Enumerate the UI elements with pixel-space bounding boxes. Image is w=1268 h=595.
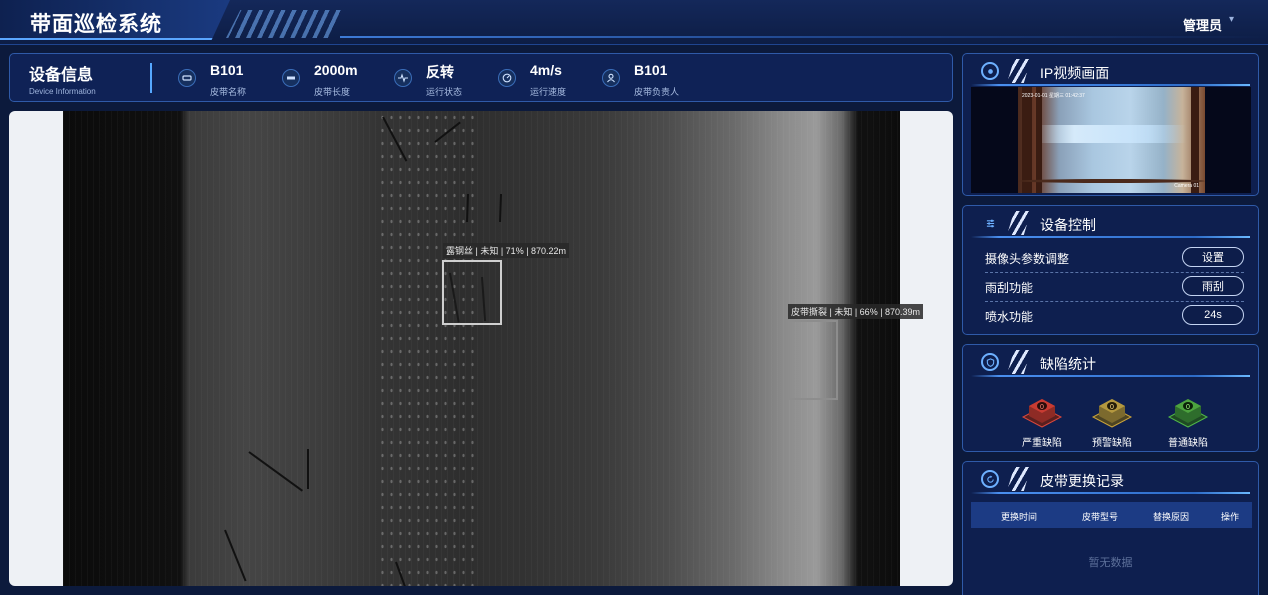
control-label: 摄像头参数调整 <box>985 252 1070 266</box>
app-title: 带面巡检系统 <box>30 13 162 36</box>
video-camera-name: Camera 01 <box>1174 183 1199 189</box>
video-timestamp: 2023-01-01 星期三 01:42:37 <box>1022 93 1085 99</box>
divider <box>150 63 152 93</box>
slash-decoration <box>1007 350 1031 374</box>
panel-header: 缺陷统计 <box>963 345 1258 378</box>
normal-defect-icon: 0 <box>1167 399 1209 428</box>
panel-underline <box>971 236 1250 238</box>
stat-value: 2000m <box>314 62 358 78</box>
defect-normal[interactable]: 0 普通缺陷 <box>1153 385 1223 449</box>
control-row-spray: 喷水功能 24s <box>985 302 1244 330</box>
person-icon <box>602 69 620 87</box>
panel-title: 设备控制 <box>1040 217 1096 233</box>
slash-decoration <box>1007 467 1031 491</box>
camera-settings-button[interactable]: 设置 <box>1182 247 1244 267</box>
detection-box-belt-tear[interactable] <box>788 320 838 400</box>
panel-underline <box>971 84 1250 86</box>
panel-underline <box>971 492 1250 494</box>
spray-button[interactable]: 24s <box>1182 305 1244 325</box>
video-post <box>1022 87 1032 193</box>
defect-label: 预警缺陷 <box>1092 438 1132 449</box>
user-menu[interactable]: 管理员 <box>1183 15 1222 34</box>
panel-underline <box>971 375 1250 377</box>
defect-severe[interactable]: 0 严重缺陷 <box>1007 385 1077 449</box>
video-frame: 2023-01-01 星期三 01:42:37 Camera 01 <box>1018 87 1205 193</box>
device-control-panel: 设备控制 摄像头参数调整 设置 雨刮功能 雨刮 喷水功能 24s <box>962 205 1259 335</box>
severe-defect-icon: 0 <box>1021 399 1063 428</box>
header-stripe-decoration <box>226 10 346 38</box>
belt-tag-icon <box>178 69 196 87</box>
pulse-icon <box>394 69 412 87</box>
camera-icon <box>981 62 999 80</box>
belt-surface-image: 露钢丝 | 未知 | 71% | 870.22m 皮带撕裂 | 未知 | 66%… <box>63 111 924 586</box>
stat-value: B101 <box>210 62 244 78</box>
stat-label: 皮带名称 <box>210 87 247 97</box>
panel-title: 缺陷统计 <box>1040 356 1096 372</box>
column-header: 更换时间 <box>1001 512 1038 522</box>
panel-title: IP视频画面 <box>1040 65 1110 81</box>
top-header: 带面巡检系统 管理员 ▾ <box>0 0 1268 45</box>
stat-label: 运行状态 <box>426 87 463 97</box>
control-label: 雨刮功能 <box>985 281 1034 295</box>
shield-icon <box>981 353 999 371</box>
chevron-down-icon[interactable]: ▾ <box>1229 14 1234 25</box>
defect-label: 普通缺陷 <box>1168 438 1208 449</box>
device-info-subtitle: Device Information <box>29 87 96 96</box>
belt-replacement-panel: 皮带更换记录 更换时间 皮带型号 替换原因 操作 暂无数据 <box>962 461 1259 595</box>
control-label: 喷水功能 <box>985 310 1034 324</box>
refresh-icon <box>981 470 999 488</box>
panel-header: 皮带更换记录 <box>963 462 1258 495</box>
video-post <box>1191 87 1199 193</box>
detection-box-exposed-wire[interactable] <box>442 260 502 325</box>
belt-scratch <box>481 276 487 321</box>
speedometer-icon <box>498 69 516 87</box>
video-post <box>1036 87 1042 193</box>
ruler-icon <box>282 69 300 87</box>
panel-title: 皮带更换记录 <box>1040 473 1124 489</box>
detection-label: 露钢丝 | 未知 | 71% | 870.22m <box>443 243 570 258</box>
ip-video-panel: IP视频画面 2023-01-01 星期三 01:42:37 Camera 01 <box>962 53 1259 196</box>
belt-scratch <box>307 449 309 489</box>
detection-label: 皮带撕裂 | 未知 | 66% | 870.39m <box>788 304 924 319</box>
normal-defect-count: 0 <box>1186 404 1190 411</box>
sliders-icon <box>981 214 999 232</box>
column-header: 操作 <box>1221 512 1240 522</box>
stat-label: 皮带长度 <box>314 87 351 97</box>
stat-value: 4m/s <box>530 62 562 78</box>
header-divider <box>340 36 1268 38</box>
device-info-title: 设备信息 <box>29 67 94 84</box>
belt-specks <box>378 111 478 586</box>
column-header: 皮带型号 <box>1082 512 1119 522</box>
defect-warning[interactable]: 0 预警缺陷 <box>1077 385 1147 449</box>
slash-decoration <box>1007 211 1031 235</box>
severe-defect-count: 0 <box>1040 404 1044 411</box>
stat-label: 运行速度 <box>530 87 567 97</box>
wiper-button[interactable]: 雨刮 <box>1182 276 1244 296</box>
panel-header: 设备控制 <box>963 206 1258 239</box>
table-header: 更换时间 皮带型号 替换原因 操作 <box>971 502 1252 528</box>
belt-image-viewer[interactable]: 露钢丝 | 未知 | 71% | 870.22m 皮带撕裂 | 未知 | 66%… <box>9 111 953 586</box>
control-row-wiper: 雨刮功能 雨刮 <box>985 273 1244 302</box>
panel-header: IP视频画面 <box>963 54 1258 87</box>
table-empty-text: 暂无数据 <box>1088 557 1133 569</box>
stat-value: 反转 <box>426 64 454 80</box>
stat-label: 皮带负责人 <box>634 87 680 97</box>
slash-decoration <box>1007 59 1031 83</box>
control-row-camera: 摄像头参数调整 设置 <box>985 244 1244 273</box>
defect-stats-panel: 缺陷统计 0 严重缺陷 0 预警缺陷 0 普通缺陷 <box>962 344 1259 452</box>
column-header: 替换原因 <box>1153 512 1190 522</box>
video-feed[interactable]: 2023-01-01 星期三 01:42:37 Camera 01 <box>971 87 1251 193</box>
warning-defect-count: 0 <box>1110 404 1114 411</box>
belt-texture <box>63 111 900 586</box>
video-belt-band <box>1018 125 1205 143</box>
belt-scratch <box>449 272 460 323</box>
device-info-bar: 设备信息 Device Information B101 皮带名称 2000m … <box>9 53 953 102</box>
defect-label: 严重缺陷 <box>1022 438 1062 449</box>
stat-value: B101 <box>634 62 668 78</box>
warning-defect-icon: 0 <box>1091 399 1133 428</box>
